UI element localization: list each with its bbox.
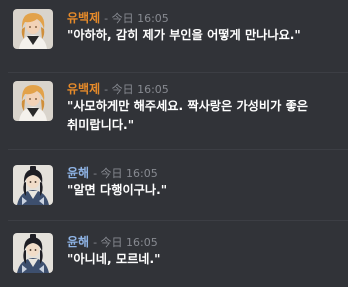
message-text: "아니네, 모르네." [67, 252, 161, 266]
chat-message: 유백제 - 今日 16:05 "아하하, 감히 제가 부인을 어떻게 만나나요." [0, 0, 348, 72]
author-name[interactable]: 윤해 [67, 235, 89, 249]
author-name[interactable]: 윤해 [67, 166, 89, 180]
timestamp: - 今日 16:05 [104, 83, 169, 96]
chat-message: 윤해 - 今日 16:05 "알면 다행이구나." [0, 150, 348, 220]
chat-message-list: 유백제 - 今日 16:05 "아하하, 감히 제가 부인을 어떻게 만나나요."… [0, 0, 348, 287]
timestamp: - 今日 16:05 [104, 12, 169, 25]
blonde-character-avatar-icon[interactable] [13, 81, 53, 121]
timestamp: - 今日 16:05 [93, 236, 158, 249]
chat-message: 유백제 - 今日 16:05 "사모하게만 해주세요. 짝사랑은 가성비가 좋은 … [0, 73, 348, 149]
author-name[interactable]: 유백제 [67, 82, 100, 96]
dark-haired-character-avatar-icon[interactable] [13, 233, 53, 273]
timestamp: - 今日 16:05 [93, 167, 158, 180]
message-text: "사모하게만 해주세요. 짝사랑은 가성비가 좋은 취미랍니다." [67, 99, 308, 132]
author-name[interactable]: 유백제 [67, 11, 100, 25]
dark-haired-character-avatar-icon[interactable] [13, 165, 53, 205]
message-text: "아하하, 감히 제가 부인을 어떻게 만나나요." [67, 28, 301, 42]
blonde-character-avatar-icon[interactable] [13, 9, 53, 49]
message-text: "알면 다행이구나." [67, 183, 168, 197]
chat-message: 윤해 - 今日 16:05 "아니네, 모르네." [0, 221, 348, 287]
